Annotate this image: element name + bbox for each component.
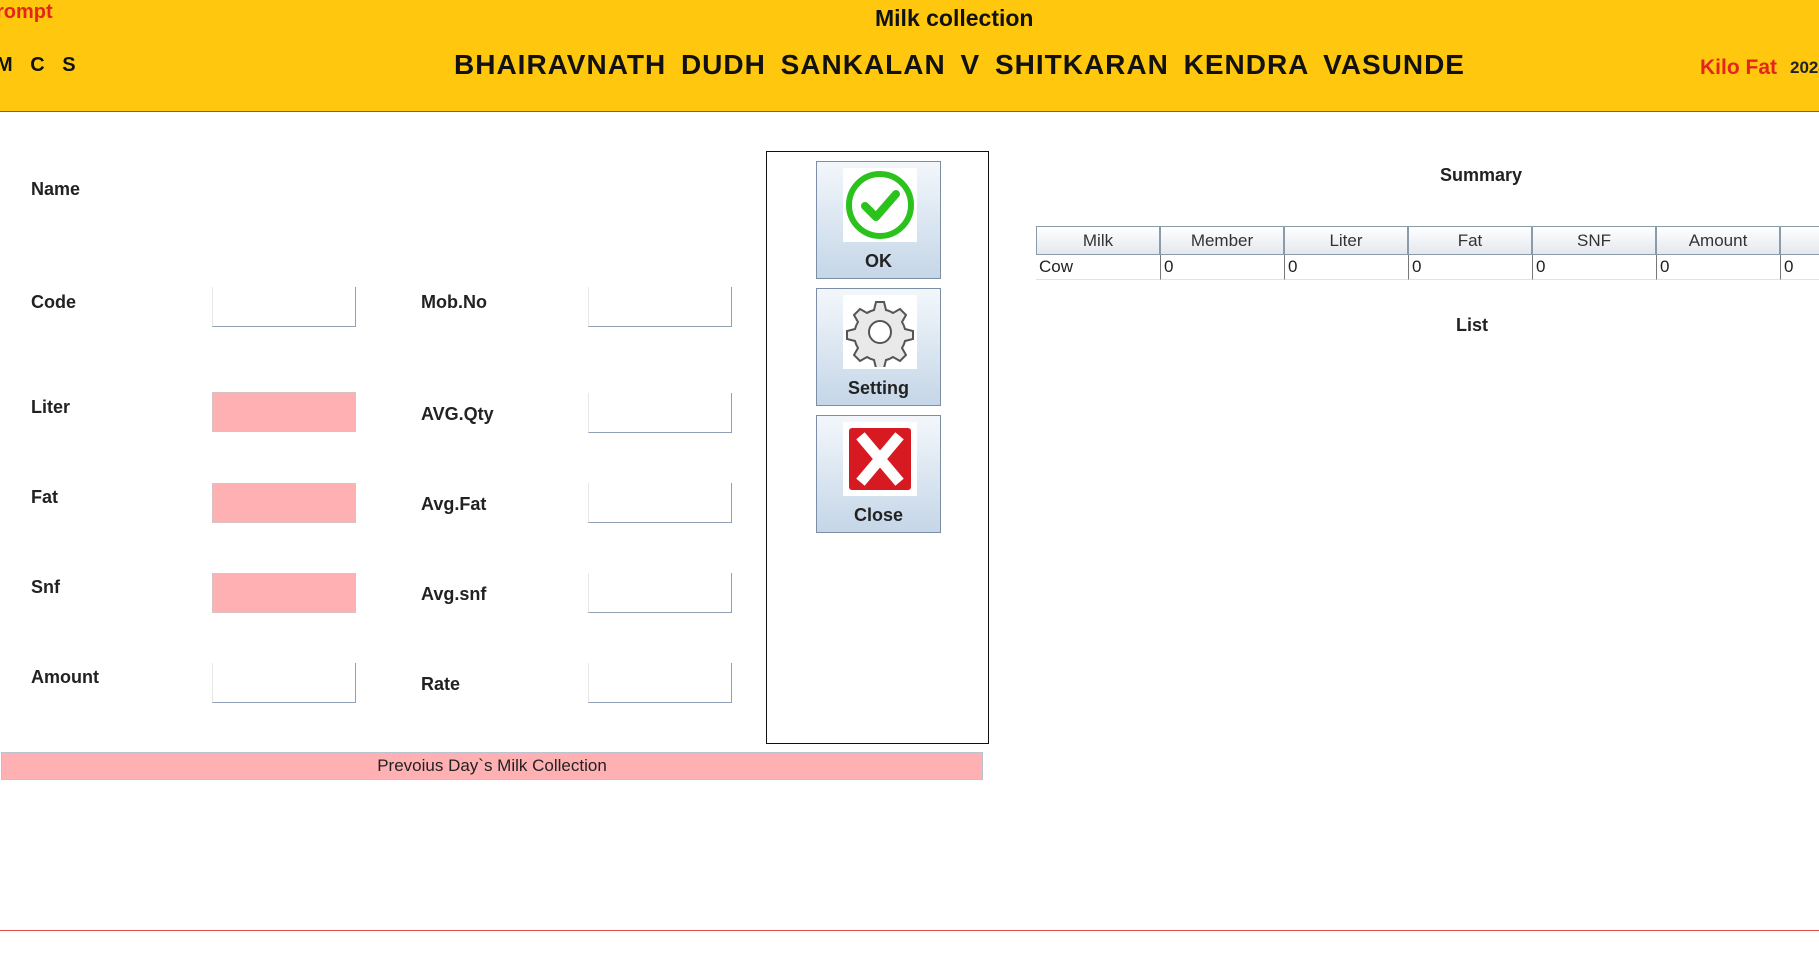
previous-day-collection-button[interactable]: Prevoius Day`s Milk Collection <box>1 752 983 780</box>
avgqty-label: AVG.Qty <box>421 404 494 424</box>
summary-col-snf[interactable]: SNF <box>1532 226 1656 255</box>
name-label: Name <box>31 179 81 199</box>
summary-cell[interactable]: 0 <box>1408 255 1532 280</box>
bottom-divider <box>0 930 1819 931</box>
setting-button-label: Setting <box>848 378 909 398</box>
summary-col-liter[interactable]: Liter <box>1284 226 1408 255</box>
snf-label: Snf <box>31 577 60 597</box>
summary-col-fat[interactable]: Fat <box>1408 226 1532 255</box>
summary-col-member[interactable]: Member <box>1160 226 1284 255</box>
header-bar: rompt M C S Milk collection BHAIRAVNATH … <box>0 0 1819 112</box>
summary-cell[interactable]: 0 <box>1532 255 1656 280</box>
amount-input[interactable] <box>212 663 356 703</box>
window-title: Milk collection <box>875 5 1034 31</box>
center-name: BHAIRAVNATH DUDH SANKALAN V SHITKARAN KE… <box>454 49 1465 80</box>
year-label: 2024 <box>1790 58 1819 77</box>
avgqty-input[interactable] <box>588 393 732 433</box>
close-button[interactable]: Close <box>816 415 941 533</box>
milk-collection-window: rompt M C S Milk collection BHAIRAVNATH … <box>0 0 1819 959</box>
list-title: List <box>1456 315 1489 335</box>
summary-col-amount[interactable]: Amount <box>1656 226 1780 255</box>
action-panel: OK Setting Close <box>766 151 989 744</box>
summary-col-milk[interactable]: Milk <box>1036 226 1160 255</box>
mobno-label: Mob.No <box>421 292 487 312</box>
avgsnf-label: Avg.snf <box>421 584 487 604</box>
ok-button[interactable]: OK <box>816 161 941 279</box>
liter-input[interactable] <box>212 392 356 432</box>
avgfat-input[interactable] <box>588 483 732 523</box>
fat-input[interactable] <box>212 483 356 523</box>
liter-label: Liter <box>31 397 71 417</box>
close-button-label: Close <box>853 505 904 525</box>
app-tag: M C S <box>0 54 82 76</box>
summary-cell[interactable]: 0 <box>1780 255 1819 280</box>
summary-cell[interactable]: Cow <box>1036 255 1160 280</box>
ok-button-label: OK <box>865 251 892 271</box>
code-label: Code <box>31 292 76 312</box>
summary-table: Milk Member Liter Fat SNF Amount Cow 0 0… <box>1036 226 1819 282</box>
summary-col-extra[interactable] <box>1780 226 1819 255</box>
summary-cell[interactable]: 0 <box>1284 255 1408 280</box>
mode-label: Kilo Fat <box>1700 56 1777 79</box>
summary-cell[interactable]: 0 <box>1160 255 1284 280</box>
rate-input[interactable] <box>588 663 732 703</box>
mobno-input[interactable] <box>588 287 732 327</box>
code-input[interactable] <box>212 287 356 327</box>
avgfat-label: Avg.Fat <box>421 494 487 514</box>
prompt-label: rompt <box>0 1 53 23</box>
rate-label: Rate <box>421 674 461 694</box>
amount-label: Amount <box>31 667 99 687</box>
setting-button[interactable]: Setting <box>816 288 941 406</box>
check-circle-icon <box>843 168 917 242</box>
summary-cell[interactable]: 0 <box>1656 255 1780 280</box>
summary-title: Summary <box>1440 165 1523 185</box>
avgsnf-input[interactable] <box>588 573 732 613</box>
snf-input[interactable] <box>212 573 356 613</box>
gear-icon <box>843 295 917 369</box>
fat-label: Fat <box>31 487 58 507</box>
close-x-icon <box>843 422 917 496</box>
